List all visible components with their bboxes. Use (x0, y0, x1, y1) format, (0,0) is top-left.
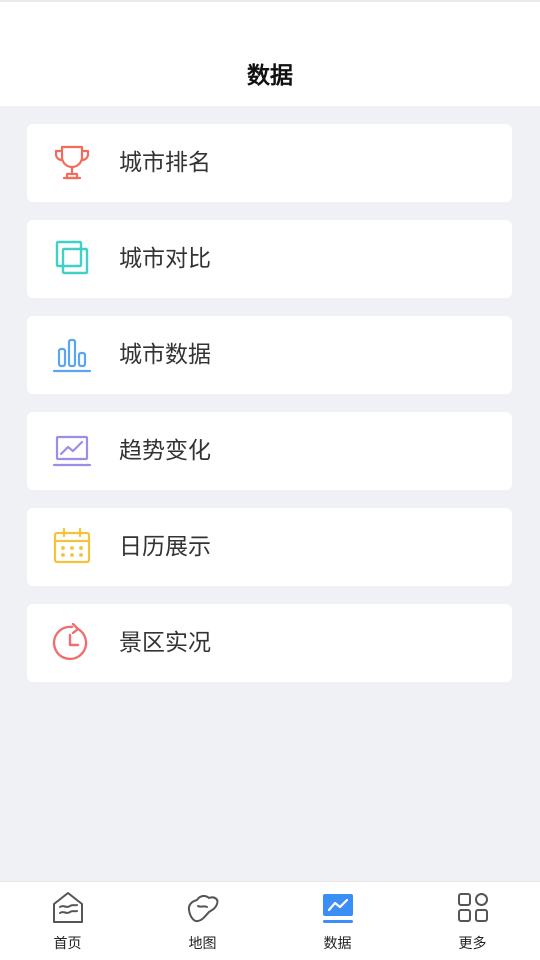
page-title: 数据 (247, 63, 293, 89)
nav-label: 更多 (458, 936, 487, 952)
data-chart-icon (320, 890, 356, 926)
menu-item-city-compare[interactable]: 城市对比 (27, 220, 512, 298)
nav-label: 地图 (188, 936, 217, 952)
menu-item-scenic-live[interactable]: 景区实况 (27, 604, 512, 682)
trophy-icon (51, 143, 93, 183)
menu-item-label: 城市对比 (119, 246, 211, 272)
calendar-icon (51, 527, 93, 567)
menu-item-calendar[interactable]: 日历展示 (27, 508, 512, 586)
data-menu-list: 城市排名 城市对比 城市数据 趋势变化 日历展示 景区实况 (27, 124, 512, 700)
home-icon (50, 890, 86, 926)
trend-chart-icon (51, 431, 93, 471)
menu-item-city-data[interactable]: 城市数据 (27, 316, 512, 394)
menu-item-label: 日历展示 (119, 534, 211, 560)
nav-label: 首页 (53, 936, 82, 952)
menu-item-city-ranking[interactable]: 城市排名 (27, 124, 512, 202)
bottom-nav-bar: 首页 地图 数据 更多 (0, 881, 540, 960)
menu-item-label: 城市数据 (119, 342, 211, 368)
grid-icon (455, 890, 491, 926)
nav-label: 数据 (323, 936, 352, 952)
header-bar: 数据 (0, 0, 540, 106)
bar-chart-icon (51, 335, 93, 375)
menu-item-label: 趋势变化 (119, 438, 211, 464)
nav-tab-data[interactable]: 数据 (270, 882, 405, 960)
nav-tab-home[interactable]: 首页 (0, 882, 135, 960)
nav-tab-map[interactable]: 地图 (135, 882, 270, 960)
nav-tab-more[interactable]: 更多 (405, 882, 540, 960)
clock-icon (51, 623, 93, 663)
status-bar-line (0, 0, 540, 2)
menu-item-label: 景区实况 (119, 630, 211, 656)
compare-squares-icon (51, 239, 93, 279)
menu-item-label: 城市排名 (119, 150, 211, 176)
app-root: 数据 城市排名 城市对比 城市数据 趋势变化 日历展示 景区实况 首页 地图 数… (0, 0, 540, 960)
menu-item-trend[interactable]: 趋势变化 (27, 412, 512, 490)
map-icon (185, 890, 221, 926)
